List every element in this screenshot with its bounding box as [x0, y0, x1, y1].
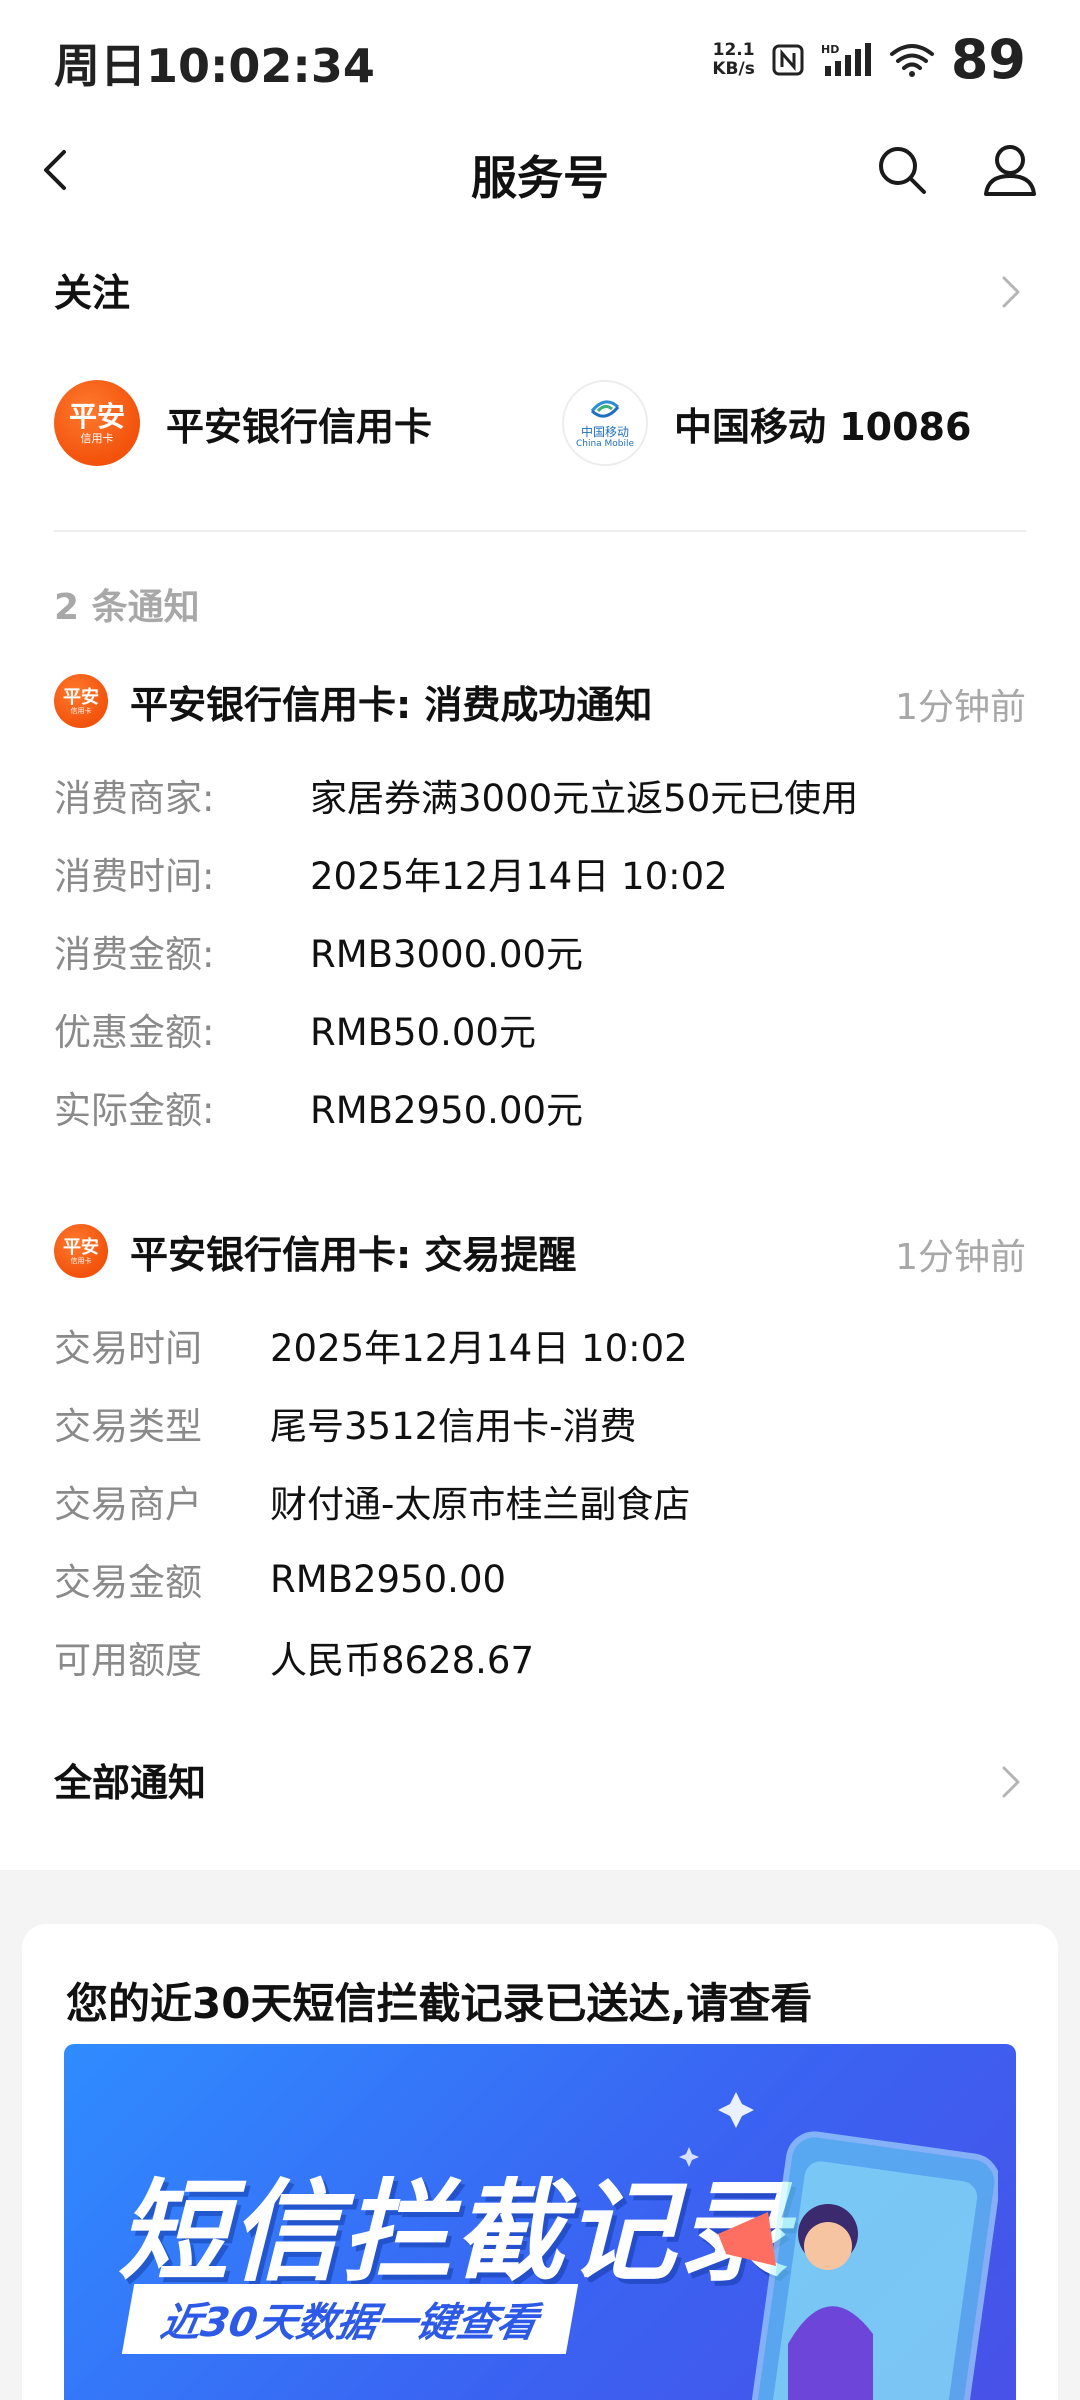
detail-row: 消费时间: 2025年12月14日 10:02 — [54, 855, 728, 898]
signal-icon: HD — [821, 42, 871, 76]
battery-level: 89 — [950, 28, 1026, 91]
detail-row: 交易金额 RMB2950.00 — [54, 1557, 507, 1605]
china-mobile-avatar: 中国移动 China Mobile — [562, 380, 648, 466]
status-time: 周日10:02:34 — [54, 39, 375, 93]
account-china-mobile[interactable]: 中国移动 China Mobile 中国移动 10086 — [562, 378, 971, 468]
sms-block-record-card[interactable]: 您的近30天短信拦截记录已送达,请查看 短信拦截记录 近30天数据一键查看 — [22, 1924, 1058, 2400]
notification-title: 平安银行信用卡: 消费成功通知 — [130, 682, 653, 727]
notification-header: 平安 信用卡 平安银行信用卡: 交易提醒 1分钟前 — [54, 1218, 1026, 1284]
detail-row: 优惠金额: RMB50.00元 — [54, 1011, 536, 1054]
notification-details: 交易时间 2025年12月14日 10:02 交易类型 尾号3512信用卡-消费… — [54, 1306, 1026, 1696]
follow-title: 关注 — [54, 271, 131, 315]
detail-row: 交易商户 财付通-太原市桂兰副食店 — [54, 1483, 691, 1526]
detail-row: 消费商家: 家居券满3000元立返50元已使用 — [54, 777, 859, 820]
china-mobile-logo-icon — [590, 400, 620, 418]
profile-icon[interactable] — [980, 140, 1040, 200]
search-icon[interactable] — [874, 142, 930, 198]
followed-accounts: 平安 信用卡 平安银行信用卡 中国移动 China Mobile 中国移动 10… — [54, 378, 1026, 468]
promo-banner[interactable]: 短信拦截记录 近30天数据一键查看 — [64, 2044, 1016, 2400]
pingan-avatar: 平安 信用卡 — [54, 1224, 108, 1278]
all-notifications-label: 全部通知 — [54, 1761, 207, 1805]
chevron-right-icon — [1002, 1766, 1020, 1798]
notification-time: 1分钟前 — [895, 687, 1026, 728]
card-title: 您的近30天短信拦截记录已送达,请查看 — [66, 1979, 813, 2028]
phone-megaphone-illustration-icon — [679, 2092, 998, 2400]
network-speed: 12.1 KB/s — [712, 39, 755, 79]
account-name: 平安银行信用卡 — [166, 404, 433, 449]
pingan-avatar: 平安 信用卡 — [54, 380, 140, 466]
svg-text:HD: HD — [821, 43, 839, 56]
detail-row: 消费金额: RMB3000.00元 — [54, 933, 584, 976]
status-bar: 周日10:02:34 12.1 KB/s HD 89 — [0, 0, 1080, 120]
service-account-page: 周日10:02:34 12.1 KB/s HD 89 服务号 关注 平安 信用卡… — [0, 0, 1080, 2400]
notification-card[interactable]: 平安 信用卡 平安银行信用卡: 消费成功通知 1分钟前 消费商家: 家居券满30… — [54, 668, 1026, 1146]
notification-details: 消费商家: 家居券满3000元立返50元已使用 消费时间: 2025年12月14… — [54, 756, 1026, 1146]
follow-section-header[interactable]: 关注 — [54, 262, 1026, 322]
notification-header: 平安 信用卡 平安银行信用卡: 消费成功通知 1分钟前 — [54, 668, 1026, 734]
notice-count: 2 条通知 — [54, 587, 200, 628]
header: 服务号 — [0, 120, 1080, 220]
status-icons: 12.1 KB/s HD 89 — [712, 28, 1026, 91]
nfc-icon — [772, 44, 804, 75]
detail-row: 可用额度 人民币8628.67 — [54, 1639, 535, 1682]
notification-title: 平安银行信用卡: 交易提醒 — [130, 1232, 577, 1277]
account-name: 中国移动 10086 — [674, 404, 972, 449]
chevron-right-icon — [1002, 276, 1020, 308]
detail-row: 交易时间 2025年12月14日 10:02 — [54, 1327, 688, 1370]
detail-row: 实际金额: RMB2950.00元 — [54, 1089, 584, 1132]
account-pingan[interactable]: 平安 信用卡 平安银行信用卡 — [54, 378, 432, 468]
detail-row: 交易类型 尾号3512信用卡-消费 — [54, 1405, 637, 1448]
wifi-icon — [889, 43, 934, 77]
pingan-avatar: 平安 信用卡 — [54, 674, 108, 728]
notification-time: 1分钟前 — [895, 1237, 1026, 1278]
divider — [54, 530, 1026, 532]
banner-subtitle: 近30天数据一键查看 — [121, 2284, 578, 2354]
all-notifications-link[interactable]: 全部通知 — [54, 1752, 1026, 1812]
notification-card[interactable]: 平安 信用卡 平安银行信用卡: 交易提醒 1分钟前 交易时间 2025年12月1… — [54, 1218, 1026, 1696]
